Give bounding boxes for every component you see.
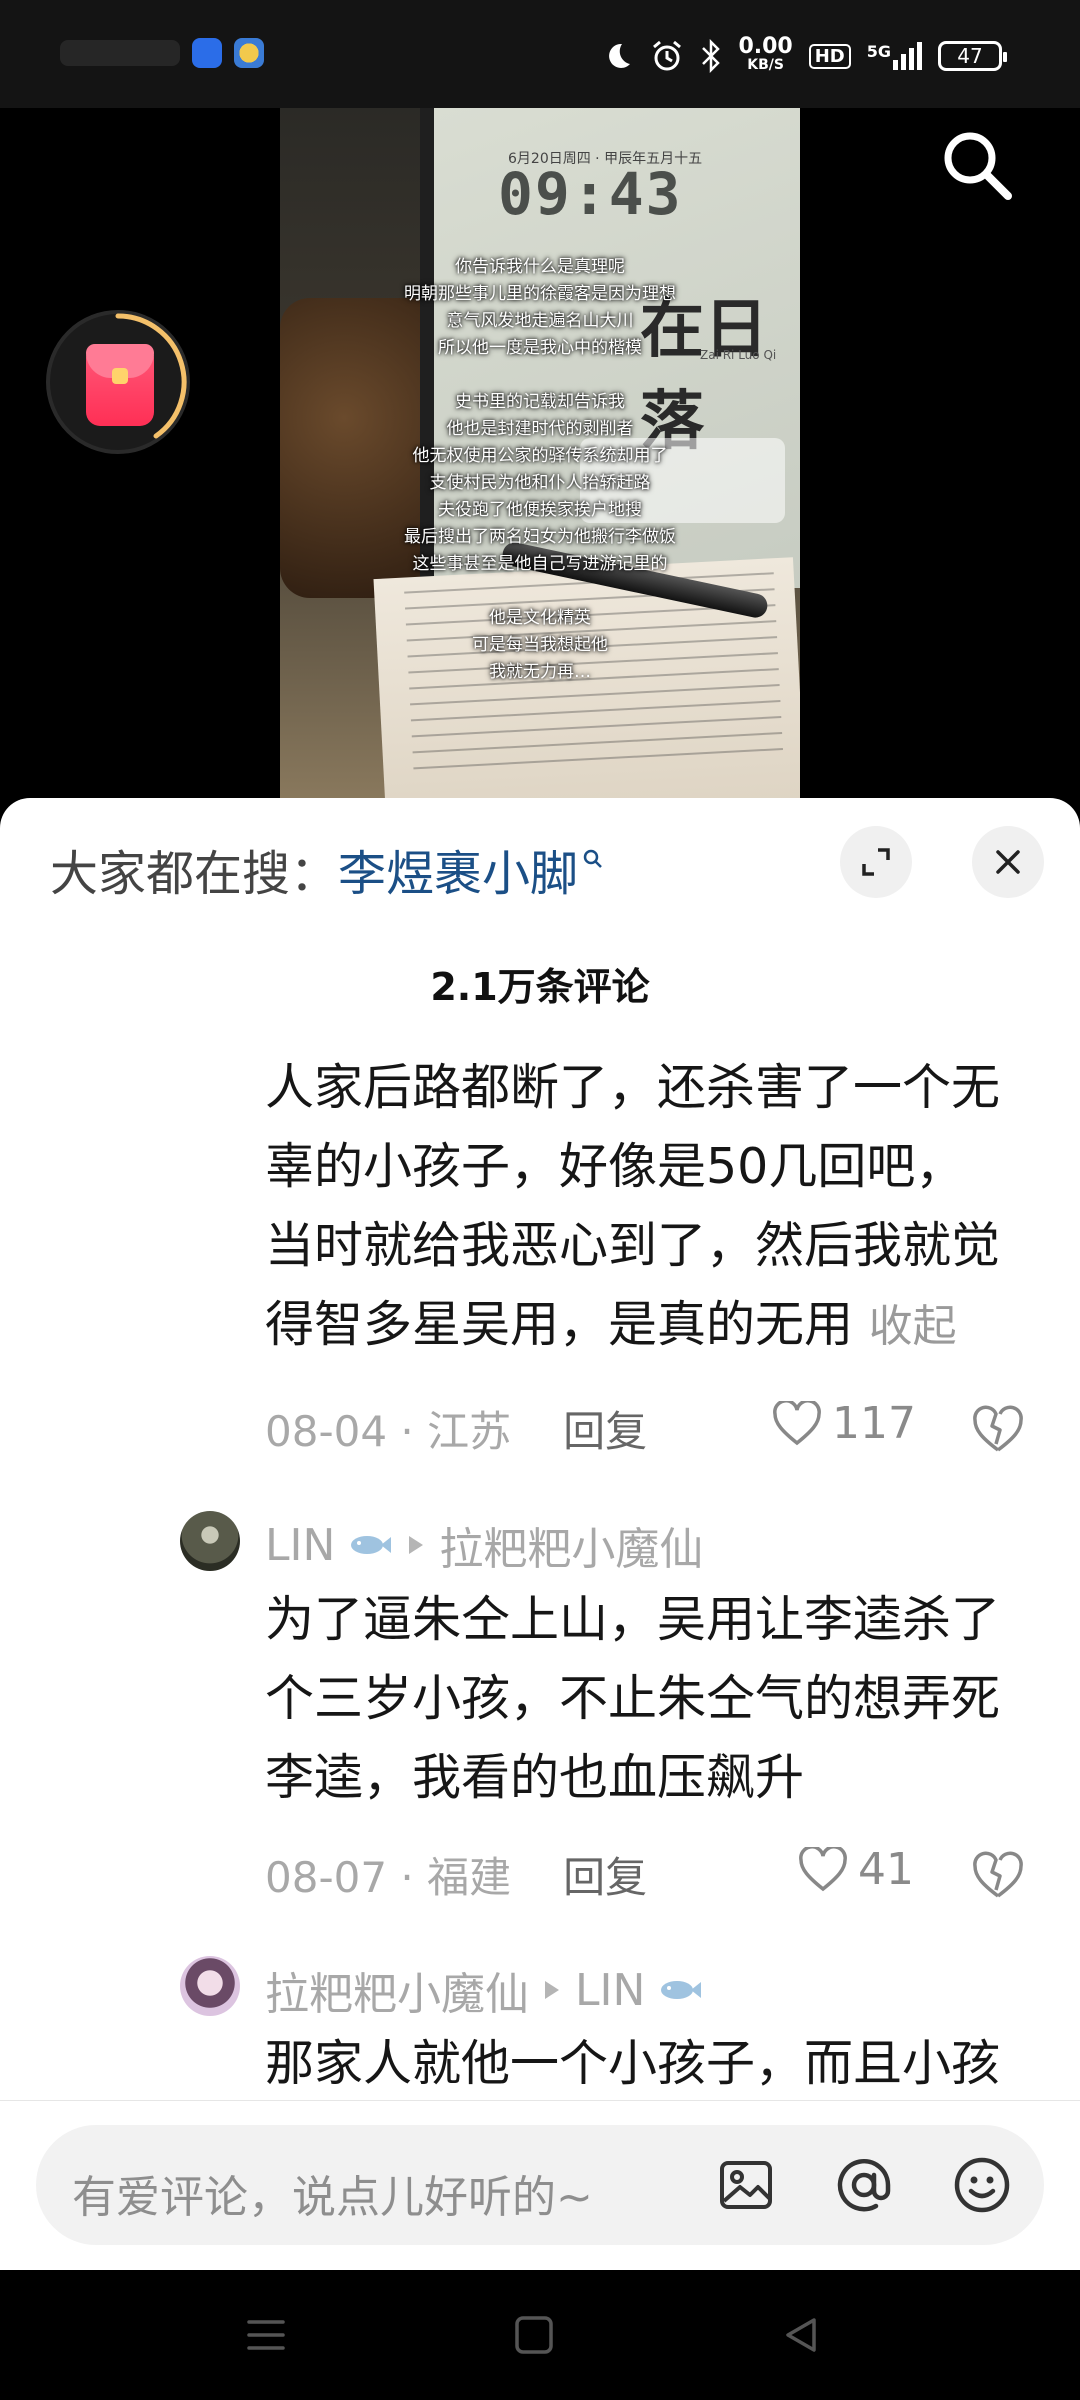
- video-lyrics: 你告诉我什么是真理呢 明朝那些事儿里的徐霞客是因为理想 意气风发地走遍名山大川 …: [280, 254, 800, 686]
- emoji-icon[interactable]: [952, 2155, 1012, 2215]
- author-name[interactable]: LIN: [265, 1520, 335, 1571]
- comment-line: 李逵，我看的也血压飙升: [265, 1749, 805, 1806]
- trending-search-keyword[interactable]: 李煜裹小脚: [338, 834, 578, 904]
- net-speed-value: 0.00: [738, 34, 793, 59]
- lyric-line: 支使村民为他和仆人抬轿赶路: [429, 473, 651, 493]
- comment-sheet: 大家都在搜： 李煜裹小脚 2.1万条评论 人家后路都断了，还杀害了一个无 辜的小…: [0, 798, 1080, 2270]
- lyric-line: 所以他一度是我心中的楷模: [438, 338, 642, 358]
- lyric-line: 他也是封建时代的剥削者: [446, 419, 634, 439]
- status-right: 0.00 KB/S HD 5G 47: [602, 34, 1007, 74]
- system-nav-bar: [0, 2270, 1080, 2400]
- reply-author-row: LIN 拉粑粑小魔仙: [265, 1513, 703, 1577]
- comment-text: 人家后路都断了，还杀害了一个无 辜的小孩子，好像是50几回吧， 当时就给我恶心到…: [265, 1048, 1045, 1366]
- lyric-line: 意气风发地走遍名山大川: [446, 311, 634, 331]
- app-notification-icon: [234, 38, 264, 68]
- reply-to-name[interactable]: 拉粑粑小魔仙: [439, 1513, 703, 1577]
- home-icon[interactable]: [511, 2312, 557, 2358]
- reply-author-row: 拉粑粑小魔仙 LIN: [265, 1958, 703, 2022]
- lyric-gap: [280, 578, 800, 605]
- close-icon: [996, 850, 1020, 874]
- avatar[interactable]: [180, 1956, 240, 2016]
- reply-arrow-icon: [409, 1536, 424, 1554]
- close-button[interactable]: [972, 826, 1044, 898]
- lyric-line: 夫役跑了他便挨家挨户地搜: [438, 500, 642, 520]
- avatar[interactable]: [180, 1511, 240, 1571]
- author-name[interactable]: 拉粑粑小魔仙: [265, 1958, 529, 2022]
- comment-input-bar: 有爱评论，说点儿好听的~: [0, 2100, 1080, 2270]
- comment-line: 辜的小孩子，好像是50几回吧，: [265, 1138, 965, 1195]
- alarm-icon: [653, 40, 682, 71]
- fish-icon: [661, 1981, 702, 1999]
- video-player[interactable]: 6月20日周四 · 甲辰年五月十五 09:43 在日落 Zai Ri Luo Q…: [0, 108, 1080, 808]
- status-left: [60, 38, 264, 68]
- tablet-time: 09:43: [498, 160, 683, 228]
- comment-line: 为了逼朱仝上山，吴用让李逵杀了: [265, 1591, 1001, 1648]
- comment-input-placeholder: 有爱评论，说点儿好听的~: [72, 2172, 593, 2223]
- video-frame: 6月20日周四 · 甲辰年五月十五 09:43 在日落 Zai Ri Luo Q…: [280, 108, 800, 808]
- like-count: 41: [858, 1844, 914, 1895]
- lyric-gap: [280, 362, 800, 389]
- battery-level: 47: [957, 44, 983, 68]
- reply-button[interactable]: 回复: [563, 1844, 647, 1905]
- comment-text: 那家人就他一个小孩子，而且小孩: [265, 2024, 1045, 2103]
- signal-icon: [893, 42, 922, 70]
- net-speed: 0.00 KB/S: [738, 34, 793, 74]
- lyric-line: 我就无力再…: [489, 662, 591, 682]
- search-small-icon: [583, 849, 602, 868]
- hd-badge: HD: [808, 43, 851, 69]
- red-envelope-icon: [86, 344, 154, 426]
- like-count: 117: [832, 1398, 916, 1449]
- network-label: 5G: [866, 42, 891, 61]
- lyric-line: 他是文化精英: [489, 608, 591, 628]
- comment-input[interactable]: 有爱评论，说点儿好听的~: [36, 2125, 1044, 2245]
- comment-meta: 08-07 · 福建 回复: [265, 1844, 647, 1905]
- app-notification-icon: [192, 38, 222, 68]
- red-packet-button[interactable]: [46, 310, 190, 454]
- lyric-line: 这些事甚至是他自己写进游记里的: [412, 554, 668, 574]
- reply-button[interactable]: 回复: [563, 1398, 647, 1459]
- image-icon[interactable]: [716, 2155, 776, 2215]
- fish-icon: [351, 1536, 392, 1554]
- reply-to-name[interactable]: LIN: [575, 1965, 645, 2016]
- lyric-line: 你告诉我什么是真理呢: [455, 257, 625, 277]
- lyric-line: 明朝那些事儿里的徐霞客是因为理想: [404, 284, 676, 304]
- at-icon[interactable]: [834, 2155, 894, 2215]
- comment-line: 当时就给我恶心到了，然后我就觉: [265, 1217, 1001, 1274]
- trending-search-label: 大家都在搜：: [50, 846, 339, 902]
- heart-icon: [799, 1846, 847, 1891]
- comment-count: 2.1万条评论: [430, 965, 650, 1009]
- expand-icon: [862, 848, 890, 876]
- expand-button[interactable]: [840, 826, 912, 898]
- status-bar: 0.00 KB/S HD 5G 47: [0, 0, 1080, 108]
- lyric-line: 可是每当我想起他: [472, 635, 608, 655]
- moon-icon: [609, 43, 631, 68]
- heart-icon: [773, 1400, 821, 1445]
- dislike-icon[interactable]: [970, 1846, 1026, 1902]
- back-icon[interactable]: [778, 2312, 824, 2358]
- trending-search[interactable]: 大家都在搜： 李煜裹小脚: [50, 834, 604, 904]
- collapse-link[interactable]: 收起: [869, 1301, 957, 1352]
- lyric-line: 他无权使用公家的驿传系统却用了: [412, 446, 668, 466]
- comment-line: 人家后路都断了，还杀害了一个无: [265, 1059, 1001, 1116]
- dislike-icon[interactable]: [970, 1400, 1026, 1456]
- comment-line: 那家人就他一个小孩子，而且小孩: [265, 2035, 1001, 2092]
- blurred-notification: [60, 40, 180, 66]
- comment-line: 个三岁小孩，不止朱仝气的想弄死: [265, 1670, 1001, 1727]
- comment-date-location: 08-07 · 福建: [265, 1853, 512, 1902]
- comment-meta: 08-04 · 江苏 回复: [265, 1398, 647, 1459]
- battery-icon: 47: [938, 41, 1007, 71]
- bluetooth-icon: [702, 39, 721, 73]
- comment-line-text: 得智多星吴用，是真的无用: [265, 1296, 854, 1353]
- reply-arrow-icon: [545, 1981, 559, 1999]
- lyric-line: 最后搜出了两名妇女为他搬行李做饭: [404, 527, 676, 547]
- lyric-line: 史书里的记载却告诉我: [455, 392, 625, 412]
- signal-group: 5G: [867, 42, 922, 70]
- search-icon[interactable]: [936, 124, 1020, 208]
- comment-text: 为了逼朱仝上山，吴用让李逵杀了 个三岁小孩，不止朱仝气的想弄死 李逵，我看的也血…: [265, 1580, 1045, 1817]
- comment-line: 得智多星吴用，是真的无用 收起: [265, 1285, 1045, 1366]
- comment-date-location: 08-04 · 江苏: [265, 1407, 512, 1456]
- like-button[interactable]: 117: [772, 1398, 916, 1449]
- like-button[interactable]: 41: [798, 1844, 914, 1895]
- menu-icon[interactable]: [243, 2312, 289, 2358]
